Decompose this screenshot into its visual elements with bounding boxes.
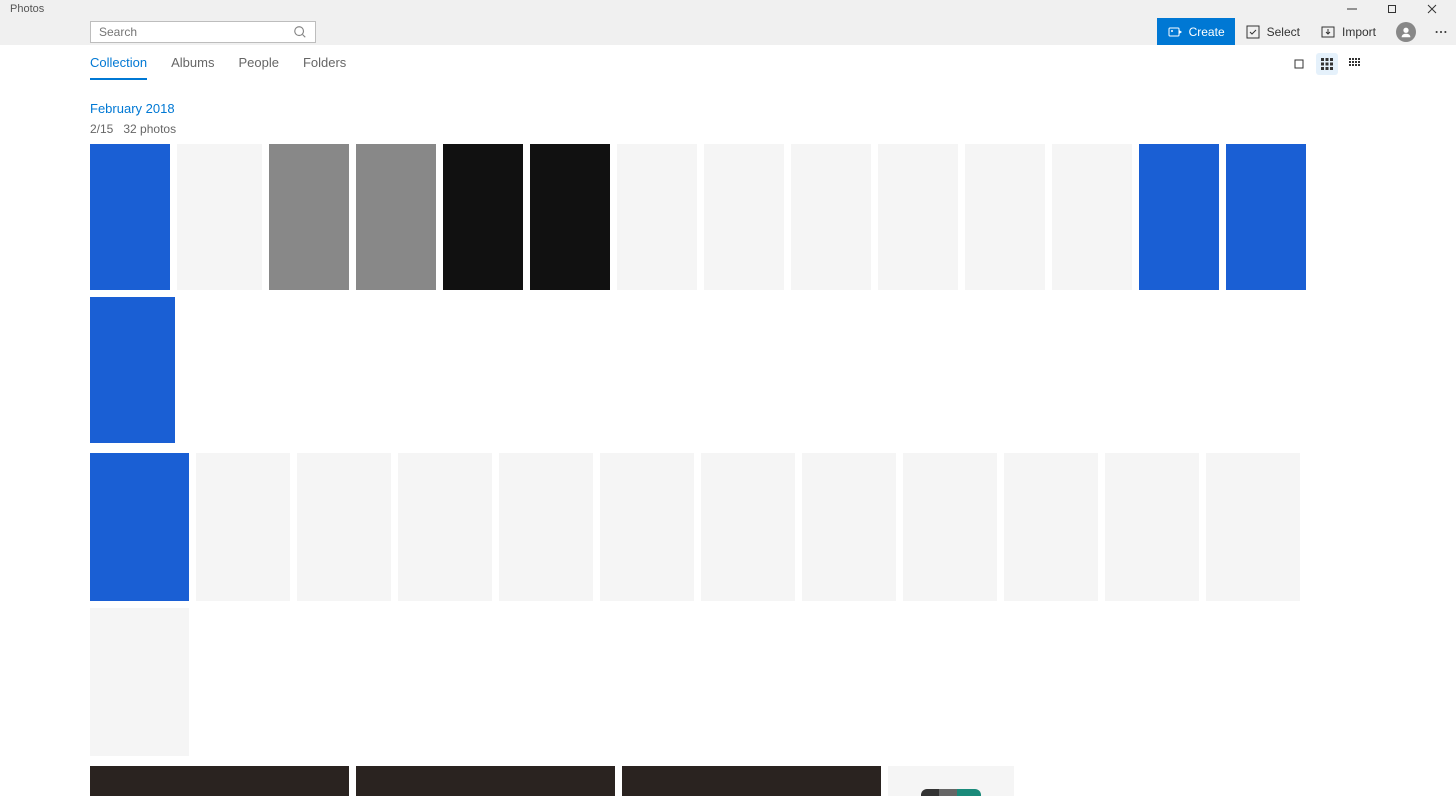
search-box[interactable] xyxy=(90,21,316,43)
user-avatar[interactable] xyxy=(1396,22,1416,42)
photo-thumbnail[interactable] xyxy=(297,453,391,601)
photo-thumbnail[interactable] xyxy=(1206,453,1300,601)
create-icon xyxy=(1167,24,1183,40)
titlebar: Photos xyxy=(0,0,1456,18)
photo-thumbnail[interactable] xyxy=(90,297,175,443)
photo-grid xyxy=(90,453,1366,756)
toolbar-right: Create Select Import xyxy=(1157,18,1456,45)
view-toggle xyxy=(1288,53,1366,75)
photo-thumbnail[interactable] xyxy=(903,453,997,601)
photo-thumbnail[interactable] xyxy=(90,453,189,601)
photo-thumbnail[interactable] xyxy=(600,453,694,601)
photo-thumbnail[interactable] xyxy=(269,144,349,290)
photo-thumbnail[interactable] xyxy=(617,144,697,290)
import-button[interactable]: Import xyxy=(1310,18,1386,45)
photo-thumbnail[interactable] xyxy=(1052,144,1132,290)
tab-folders[interactable]: Folders xyxy=(303,47,346,80)
photo-thumbnail[interactable] xyxy=(356,766,615,796)
photo-thumbnail[interactable] xyxy=(802,453,896,601)
photo-thumbnail[interactable] xyxy=(443,144,523,290)
import-label: Import xyxy=(1342,25,1376,39)
photo-thumbnail[interactable] xyxy=(1004,453,1098,601)
photo-thumbnail[interactable] xyxy=(791,144,871,290)
photo-thumbnail[interactable] xyxy=(1226,144,1306,290)
tab-albums[interactable]: Albums xyxy=(171,47,214,80)
photo-thumbnail[interactable] xyxy=(90,144,170,290)
app-title: Photos xyxy=(4,3,44,15)
toolbar: Create Select Import xyxy=(0,18,1456,45)
view-single-button[interactable] xyxy=(1288,53,1310,75)
photo-thumbnail[interactable] xyxy=(356,144,436,290)
photo-thumbnail[interactable] xyxy=(177,144,262,290)
minimize-button[interactable] xyxy=(1332,0,1372,18)
photo-thumbnail[interactable] xyxy=(1105,453,1199,601)
photo-thumbnail[interactable] xyxy=(701,453,795,601)
group-month-title[interactable]: February 2018 xyxy=(90,101,175,116)
more-icon xyxy=(1434,25,1448,39)
photo-grid xyxy=(90,766,1366,796)
photo-thumbnail[interactable] xyxy=(1139,144,1219,290)
content-area: February 2018 2/15 32 photos xyxy=(0,83,1456,796)
group-count: 32 photos xyxy=(123,122,176,136)
tab-collection[interactable]: Collection xyxy=(90,47,147,80)
view-small-button[interactable] xyxy=(1344,53,1366,75)
create-label: Create xyxy=(1189,25,1225,39)
photo-thumbnail[interactable] xyxy=(704,144,784,290)
search-icon xyxy=(293,25,307,39)
photo-thumbnail[interactable] xyxy=(90,608,189,756)
photo-thumbnail[interactable] xyxy=(499,453,593,601)
photo-thumbnail[interactable] xyxy=(878,144,958,290)
view-grid-button[interactable] xyxy=(1316,53,1338,75)
maximize-button[interactable] xyxy=(1372,0,1412,18)
user-icon xyxy=(1399,25,1413,39)
close-button[interactable] xyxy=(1412,0,1452,18)
photo-thumbnail[interactable] xyxy=(888,766,1014,796)
window-controls xyxy=(1332,0,1452,18)
import-icon xyxy=(1320,24,1336,40)
photo-thumbnail[interactable] xyxy=(965,144,1045,290)
select-button[interactable]: Select xyxy=(1235,18,1310,45)
photo-thumbnail[interactable] xyxy=(196,453,290,601)
tab-people[interactable]: People xyxy=(238,47,278,80)
photo-thumbnail[interactable] xyxy=(398,453,492,601)
photo-thumbnail[interactable] xyxy=(622,766,881,796)
select-label: Select xyxy=(1267,25,1300,39)
photo-thumbnail[interactable] xyxy=(530,144,610,290)
group-subheader: 2/15 32 photos xyxy=(90,122,1366,136)
photo-grid xyxy=(90,144,1366,443)
search-input[interactable] xyxy=(99,25,293,39)
more-button[interactable] xyxy=(1426,18,1456,45)
group-date: 2/15 xyxy=(90,122,113,136)
select-icon xyxy=(1245,24,1261,40)
photo-thumbnail[interactable] xyxy=(90,766,349,796)
create-button[interactable]: Create xyxy=(1157,18,1235,45)
tabs-bar: Collection Albums People Folders xyxy=(0,45,1456,83)
